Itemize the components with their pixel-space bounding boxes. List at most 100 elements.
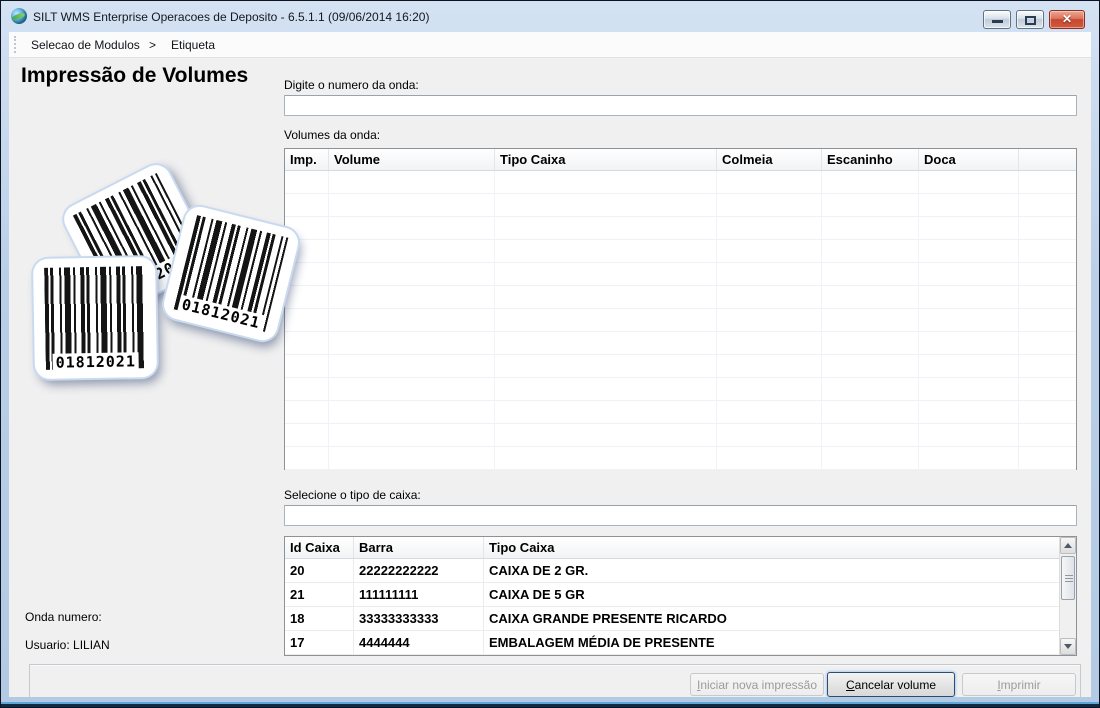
box-cell-id-caixa: 18 xyxy=(285,607,354,630)
box-type-table: Id Caixa Barra Tipo Caixa 20 22222222222 CAI… xyxy=(284,536,1077,656)
wave-table-cell xyxy=(495,401,717,423)
wave-table-row xyxy=(285,332,1076,355)
wave-table-cell xyxy=(1019,355,1076,377)
wave-table-cell xyxy=(285,355,329,377)
box-cell-tipo-caixa: EMBALAGEM MÉDIA DE PRESENTE xyxy=(484,631,1076,654)
wave-table-cell xyxy=(329,332,495,354)
box-cell-id-caixa: 17 xyxy=(285,631,354,654)
wave-table-cell xyxy=(919,263,1019,285)
toolbar-gripper[interactable] xyxy=(14,36,16,53)
wave-table-cell xyxy=(822,263,919,285)
wave-table-cell xyxy=(822,447,919,469)
wave-table-cell xyxy=(1019,263,1076,285)
wave-table-cell xyxy=(717,332,822,354)
wave-table-cell xyxy=(919,424,1019,446)
onda-numero-label: Onda numero: xyxy=(25,610,102,624)
menu-selecao-de-modulos[interactable]: Selecao de Modulos xyxy=(31,38,140,52)
vertical-scrollbar[interactable] xyxy=(1059,537,1076,655)
wave-table-cell xyxy=(495,378,717,400)
wave-table-cell xyxy=(1019,309,1076,331)
box-cell-id-caixa: 21 xyxy=(285,583,354,606)
wave-table-cell xyxy=(1019,194,1076,216)
wave-table-cell xyxy=(1019,332,1076,354)
wave-table-row xyxy=(285,378,1076,401)
box-cell-barra: 22222222222 xyxy=(354,559,484,582)
wave-table-row xyxy=(285,447,1076,470)
box-table-row[interactable]: 20 22222222222 CAIXA DE 2 GR. xyxy=(285,559,1076,583)
scroll-up-button[interactable] xyxy=(1060,537,1076,554)
wave-table-body xyxy=(285,171,1076,470)
box-table-body: 20 22222222222 CAIXA DE 2 GR. 21 111111111 CA… xyxy=(285,559,1076,655)
barcode-number: 01812021 xyxy=(52,352,140,372)
barcode-label-front: 01812021 xyxy=(32,256,158,380)
box-cell-tipo-caixa: CAIXA DE 2 GR. xyxy=(484,559,1076,582)
box-type-input[interactable] xyxy=(284,505,1077,526)
scroll-down-button[interactable] xyxy=(1060,638,1076,655)
wave-table-cell xyxy=(822,309,919,331)
wave-table-cell xyxy=(495,240,717,262)
wave-table-row xyxy=(285,194,1076,217)
minimize-button[interactable] xyxy=(983,10,1011,29)
wave-table-cell xyxy=(1019,171,1076,193)
box-cell-barra: 33333333333 xyxy=(354,607,484,630)
wave-table-cell xyxy=(822,332,919,354)
wave-number-input[interactable] xyxy=(284,95,1077,116)
wave-table-cell xyxy=(919,447,1019,469)
wave-table-cell xyxy=(717,401,822,423)
box-cell-barra: 111111111 xyxy=(354,583,484,606)
wave-table-header: Imp. Volume Tipo Caixa Colmeia Escaninho Doca xyxy=(285,149,1076,171)
wave-table-cell xyxy=(822,240,919,262)
iniciar-nova-impressao-button: Iniciar nova impressão xyxy=(690,673,824,696)
wave-table-cell xyxy=(1019,286,1076,308)
wave-table-cell xyxy=(285,401,329,423)
close-icon: ✕ xyxy=(1061,12,1073,26)
box-table-row[interactable]: 17 4444444 EMBALAGEM MÉDIA DE PRESENTE xyxy=(285,631,1076,655)
wave-table-row xyxy=(285,286,1076,309)
scrollbar-thumb[interactable] xyxy=(1061,556,1075,600)
usuario-label: Usuario: LILIAN xyxy=(25,638,110,652)
wave-table-cell xyxy=(329,378,495,400)
wave-table-cell xyxy=(495,332,717,354)
wave-table-cell xyxy=(919,309,1019,331)
wave-table-cell xyxy=(329,309,495,331)
breadcrumb-separator: > xyxy=(149,38,157,52)
wave-table-cell xyxy=(495,217,717,239)
wave-table-cell xyxy=(1019,217,1076,239)
wave-table-cell xyxy=(329,424,495,446)
wave-table-cell xyxy=(919,240,1019,262)
cancelar-volume-button[interactable]: Cancelar volume xyxy=(827,672,955,697)
menu-etiqueta[interactable]: Etiqueta xyxy=(171,38,215,52)
box-column-header: Id Caixa xyxy=(285,537,354,558)
wave-table-cell xyxy=(717,194,822,216)
wave-table-cell xyxy=(329,171,495,193)
wave-table-row xyxy=(285,401,1076,424)
wave-column-header: Tipo Caixa xyxy=(495,149,717,170)
wave-table-cell xyxy=(822,217,919,239)
close-button[interactable]: ✕ xyxy=(1049,10,1085,29)
maximize-button[interactable] xyxy=(1016,10,1044,29)
wave-number-label: Digite o numero da onda: xyxy=(284,78,419,92)
box-table-row[interactable]: 21 111111111 CAIXA DE 5 GR xyxy=(285,583,1076,607)
wave-table-cell xyxy=(1019,424,1076,446)
wave-table-cell xyxy=(495,171,717,193)
wave-table-cell xyxy=(329,286,495,308)
wave-table-cell xyxy=(919,355,1019,377)
wave-table-cell xyxy=(329,355,495,377)
thumb-grip-icon xyxy=(1065,575,1073,583)
wave-table-cell xyxy=(717,217,822,239)
footer-button-bar: Iniciar nova impressão Cancelar volume Imp… xyxy=(29,664,1081,697)
box-cell-id-caixa: 20 xyxy=(285,559,354,582)
titlebar[interactable]: SILT WMS Enterprise Operacoes de Deposit… xyxy=(1,1,1099,32)
wave-table-cell xyxy=(329,240,495,262)
wave-table-cell xyxy=(495,424,717,446)
wave-table-cell xyxy=(717,263,822,285)
box-table-row[interactable]: 18 33333333333 CAIXA GRANDE PRESENTE RICAR… xyxy=(285,607,1076,631)
wave-table-cell xyxy=(717,309,822,331)
wave-table-row xyxy=(285,263,1076,286)
window-title: SILT WMS Enterprise Operacoes de Deposit… xyxy=(33,10,430,24)
wave-table-cell xyxy=(329,194,495,216)
page-title: Impressão de Volumes xyxy=(21,64,249,87)
box-column-header: Tipo Caixa xyxy=(484,537,1076,558)
maximize-icon xyxy=(1025,16,1036,25)
wave-table-cell xyxy=(1019,378,1076,400)
